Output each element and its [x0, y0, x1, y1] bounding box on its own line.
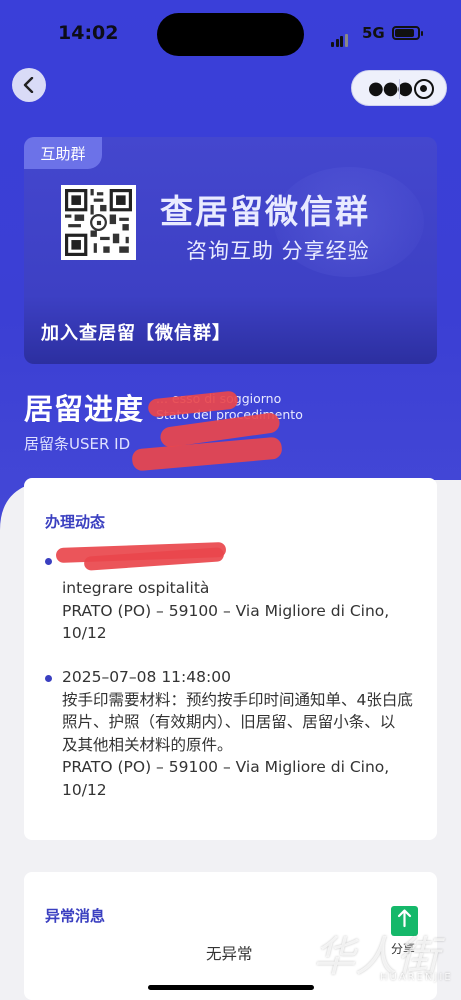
progress-card: 办理动态 integrare ospitalità PRATO (PO) – 5…: [24, 478, 437, 840]
timeline-datetime: 2025–07–08 11:48:00: [62, 668, 231, 686]
capsule-divider: [399, 79, 400, 99]
timeline-dot: [45, 675, 52, 682]
home-indicator: [148, 985, 314, 990]
more-dots-icon[interactable]: ●●●: [368, 80, 413, 98]
join-group-link[interactable]: 加入查居留【微信群】: [41, 319, 231, 345]
status-bar: 14:02 5G: [0, 0, 461, 62]
residence-progress-title: 居留进度: [24, 392, 145, 426]
qr-code: [61, 185, 136, 260]
banner-subtitle: 咨询互助 分享经验: [186, 239, 370, 263]
timeline-line: 按手印需要材料：预约按手印时间通知单、4张白底: [62, 690, 413, 709]
exception-value: 无异常: [206, 945, 253, 963]
back-button[interactable]: [12, 68, 46, 102]
network-type: 5G: [362, 24, 385, 42]
progress-card-title: 办理动态: [45, 513, 106, 531]
watermark-sub: HUARENJIE: [380, 972, 453, 983]
user-id-label: 居留条USER ID: [24, 435, 131, 453]
banner-tag: 互助群: [24, 137, 102, 169]
timeline-line: PRATO (PO) – 59100 – Via Migliore di Cin…: [62, 601, 390, 620]
banner-title: 查居留微信群: [160, 192, 370, 231]
mini-program-close-icon[interactable]: [414, 79, 434, 99]
dynamic-island: [157, 13, 304, 56]
timeline-line: 10/12: [62, 624, 107, 642]
battery-level: [395, 29, 414, 37]
wechat-group-banner[interactable]: 互助群 查居留微信群 咨询互助 分享经验 加入查居留【微信群】: [24, 137, 437, 364]
timeline-line: integrare ospitalità: [62, 579, 210, 597]
qr-code-icon: [65, 189, 132, 256]
timeline-line: 10/12: [62, 780, 107, 799]
timeline-item: integrare ospitalità PRATO (PO) – 59100 …: [62, 577, 432, 645]
battery-icon: [392, 26, 423, 40]
mini-program-capsule: ●●●: [351, 70, 447, 106]
timeline-line: PRATO (PO) – 59100 – Via Migliore di Cin…: [62, 758, 390, 776]
signal-icon: [331, 28, 349, 47]
status-time: 14:02: [58, 22, 119, 44]
chevron-left-icon: [23, 77, 34, 93]
timeline-item: 2025–07–08 11:48:00 按手印需要材料：预约按手印时间通知单、4…: [62, 666, 432, 801]
exception-card-title: 异常消息: [45, 907, 106, 925]
timeline-line: 及其他相关材料的原件。: [62, 735, 233, 754]
timeline-dot: [45, 558, 52, 565]
timeline-line: 照片、护照（有效期内）、旧居留、居留小条、以: [62, 713, 396, 731]
